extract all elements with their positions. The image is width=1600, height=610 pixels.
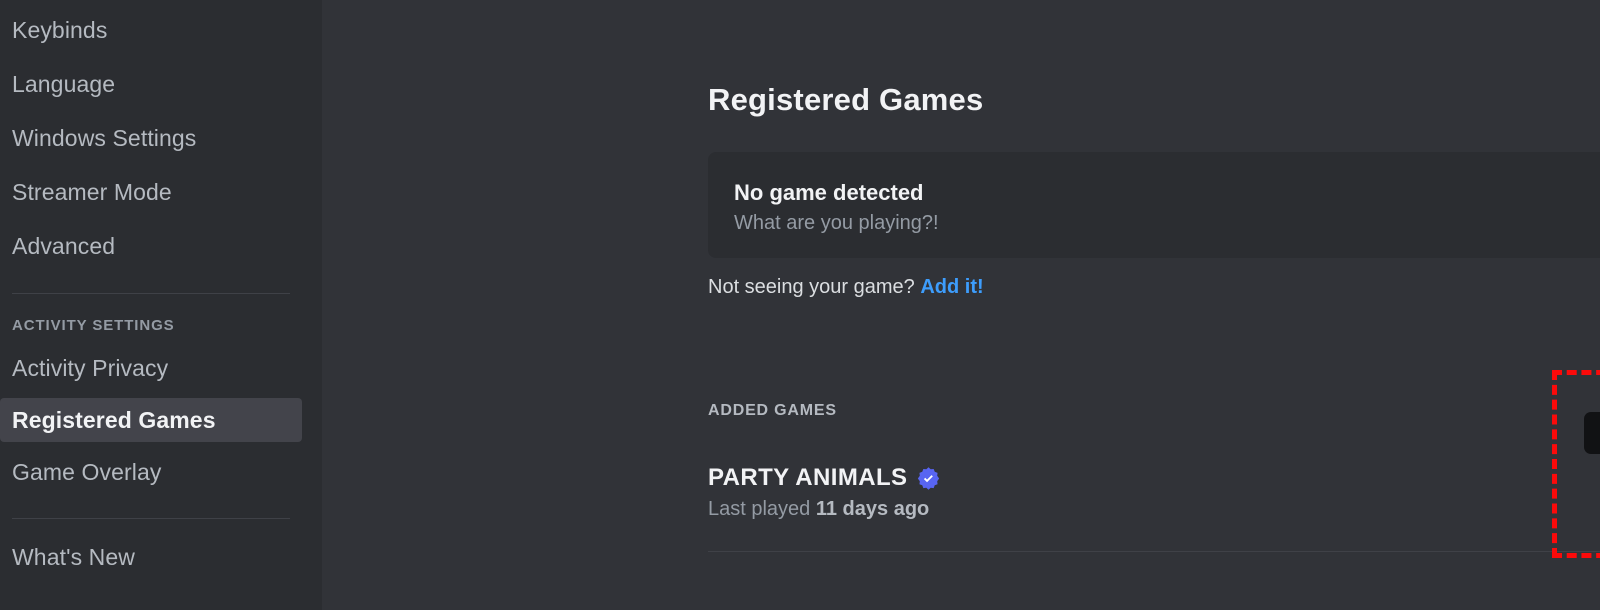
sidebar-item-label: Keybinds <box>12 17 107 44</box>
sidebar-item-label: Advanced <box>12 233 115 260</box>
sidebar-item-windows-settings[interactable]: Windows Settings <box>0 116 302 160</box>
detection-title: No game detected <box>734 180 924 206</box>
added-games-heading: ADDED GAMES <box>708 402 837 420</box>
sidebar-item-label: Windows Settings <box>12 125 196 152</box>
sidebar-item-label: Game Overlay <box>12 459 161 486</box>
add-game-prompt: Not seeing your game? Add it! <box>708 276 984 299</box>
settings-sidebar: Keybinds Language Windows Settings Strea… <box>0 0 322 610</box>
last-played-value: 11 days ago <box>816 498 929 520</box>
game-name-label: PARTY ANIMALS <box>708 464 907 492</box>
sidebar-item-activity-privacy[interactable]: Activity Privacy <box>0 346 302 390</box>
game-row-divider <box>708 551 1600 552</box>
sidebar-item-keybinds[interactable]: Keybinds <box>0 8 302 52</box>
sidebar-item-label: What's New <box>12 544 135 571</box>
sidebar-item-registered-games[interactable]: Registered Games <box>0 398 302 442</box>
detection-subtitle: What are you playing?! <box>734 212 939 235</box>
sidebar-item-label: Activity Privacy <box>12 355 168 382</box>
registered-games-panel: Registered Games No game detected What a… <box>322 0 1600 610</box>
page-title: Registered Games <box>708 82 983 118</box>
sidebar-item-label: Registered Games <box>12 407 216 434</box>
add-game-prompt-text: Not seeing your game? <box>708 276 915 298</box>
sidebar-item-streamer-mode[interactable]: Streamer Mode <box>0 170 302 214</box>
tooltip-toggle-detection: Toggle detection <box>1584 412 1600 454</box>
game-title-party-animals: PARTY ANIMALS <box>708 464 941 492</box>
sidebar-item-language[interactable]: Language <box>0 62 302 106</box>
sidebar-item-label: Language <box>12 71 115 98</box>
annotation-highlight-box <box>1552 370 1600 558</box>
sidebar-section-label: ACTIVITY SETTINGS <box>12 317 175 334</box>
game-last-played: Last played 11 days ago <box>708 498 929 521</box>
discord-settings-window: Keybinds Language Windows Settings Strea… <box>0 0 1600 610</box>
sidebar-item-whats-new[interactable]: What's New <box>0 535 302 579</box>
game-detection-card: No game detected What are you playing?! <box>708 152 1600 258</box>
sidebar-item-advanced[interactable]: Advanced <box>0 224 302 268</box>
sidebar-item-game-overlay[interactable]: Game Overlay <box>0 450 302 494</box>
last-played-prefix: Last played <box>708 498 816 520</box>
sidebar-section-activity-settings: ACTIVITY SETTINGS <box>0 308 322 342</box>
verified-badge-icon <box>916 466 941 491</box>
sidebar-item-label: Streamer Mode <box>12 179 172 206</box>
add-game-link[interactable]: Add it! <box>920 276 983 298</box>
